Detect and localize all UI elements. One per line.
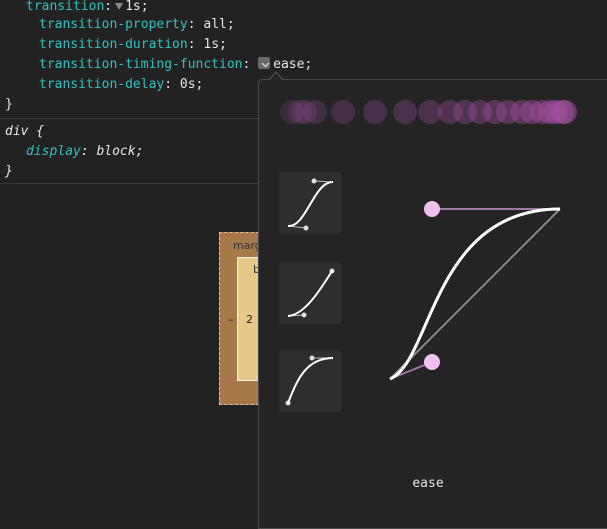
bezier-curve-editor[interactable] — [370, 190, 590, 400]
popover-arrow-inner — [270, 73, 282, 80]
property-value[interactable]: ease — [273, 57, 304, 72]
colon: : — [104, 0, 113, 14]
semicolon: ; — [226, 17, 235, 32]
property-value[interactable]: block — [96, 144, 135, 159]
border-left-value[interactable]: 2 — [246, 313, 253, 326]
property-name[interactable]: display — [26, 144, 81, 159]
code-line-transition-delay[interactable]: transition-delay: 0s; — [39, 75, 203, 95]
property-name[interactable]: transition-property — [39, 17, 188, 32]
control-point-1-handle[interactable] — [424, 354, 440, 370]
semicolon: ; — [140, 0, 149, 14]
rule-close-brace-2: } — [5, 164, 13, 179]
semicolon: ; — [135, 144, 144, 159]
code-line-transition-duration[interactable]: transition-duration: 1s; — [39, 35, 227, 55]
preview-dot — [393, 100, 417, 124]
semicolon: ; — [195, 77, 204, 92]
preset-curve-icon — [285, 355, 334, 406]
preset-curve-icon — [287, 268, 335, 318]
preset-ease-out[interactable] — [279, 262, 341, 324]
preview-dot — [303, 100, 327, 124]
semicolon: ; — [304, 57, 313, 72]
property-name[interactable]: transition — [26, 0, 104, 14]
linear-reference-line — [389, 208, 561, 380]
animation-preview[interactable] — [270, 94, 590, 134]
bezier-swatch-icon[interactable] — [258, 57, 271, 69]
colon: : — [164, 77, 173, 92]
selector-div[interactable]: div { — [5, 122, 44, 142]
colon: : — [187, 37, 196, 52]
preset-curve-icon — [287, 178, 334, 231]
expand-triangle-icon[interactable] — [115, 2, 124, 10]
preview-dot — [553, 100, 577, 124]
property-value[interactable]: 1s — [125, 0, 141, 14]
property-name[interactable]: transition-delay — [39, 77, 164, 92]
rule-close-brace: } — [5, 97, 13, 112]
preview-dot — [331, 100, 355, 124]
property-name[interactable]: transition-timing-function — [39, 57, 243, 72]
colon: : — [80, 144, 89, 159]
preset-ease[interactable] — [279, 350, 341, 412]
property-value[interactable]: 1s — [203, 37, 219, 52]
code-line-display[interactable]: display: block; — [26, 142, 143, 162]
code-line-transition-property[interactable]: transition-property: all; — [39, 15, 235, 35]
preview-dot — [363, 100, 387, 124]
margin-left-value[interactable]: – — [228, 313, 234, 326]
property-value[interactable]: 0s — [180, 77, 196, 92]
colon: : — [187, 17, 196, 32]
semicolon: ; — [219, 37, 227, 52]
colon: : — [242, 57, 251, 72]
preset-ease-in-out[interactable] — [279, 172, 341, 234]
property-name[interactable]: transition-duration — [39, 37, 188, 52]
control-point-2-handle[interactable] — [424, 201, 440, 217]
preview-dots — [280, 100, 577, 124]
property-value[interactable]: all — [203, 17, 226, 32]
timing-function-label: ease — [412, 476, 444, 491]
